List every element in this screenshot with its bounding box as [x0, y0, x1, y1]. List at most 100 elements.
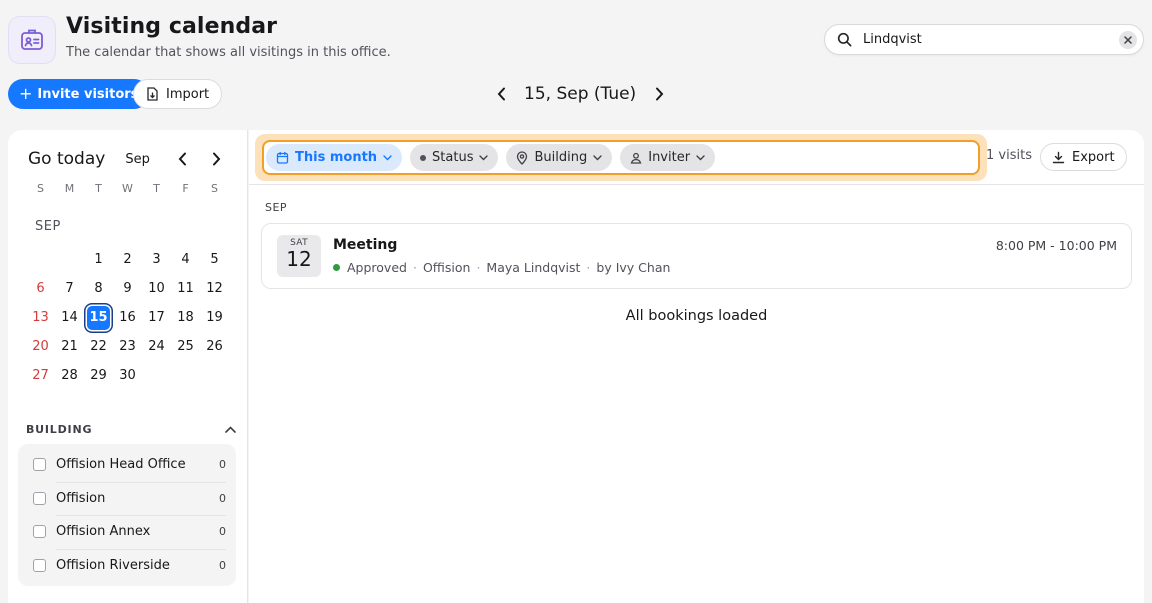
current-date[interactable]: 15, Sep (Tue): [524, 84, 636, 104]
event-status: Approved: [347, 260, 407, 275]
calendar-day[interactable]: 22: [84, 335, 113, 359]
calendar-day[interactable]: 4: [171, 248, 200, 272]
calendar-day[interactable]: 13: [26, 306, 55, 330]
building-filter-header[interactable]: BUILDING: [26, 423, 236, 436]
calendar-day[interactable]: 1: [84, 248, 113, 272]
calendar-day[interactable]: 21: [55, 335, 84, 359]
calendar-day[interactable]: 23: [113, 335, 142, 359]
building-option[interactable]: Offision Riverside 0: [18, 548, 236, 583]
search-input[interactable]: [863, 32, 1113, 47]
visits-count: 1 visits: [986, 148, 1032, 163]
location-pin-icon: [517, 150, 528, 165]
building-checkbox[interactable]: [33, 491, 46, 505]
clear-search-button[interactable]: [1119, 31, 1137, 49]
calendar-day[interactable]: 6: [26, 277, 55, 301]
calendar-day: [200, 364, 229, 388]
building-option[interactable]: Offision 0: [18, 481, 236, 516]
event-title: Meeting: [333, 237, 398, 253]
calendar-week: 1 2 3 4 5: [26, 245, 229, 274]
inviter-filter-label: Inviter: [648, 150, 691, 165]
calendar-day[interactable]: 14: [55, 306, 84, 330]
weekday-label: T: [95, 182, 102, 195]
calendar-day[interactable]: 10: [142, 277, 171, 301]
page-subtitle: The calendar that shows all visitings in…: [66, 45, 391, 60]
calendar-day[interactable]: 12: [200, 277, 229, 301]
weekday-label: M: [64, 182, 75, 195]
building-count: 0: [219, 458, 226, 472]
building-checkbox[interactable]: [33, 525, 46, 539]
prev-day-button[interactable]: [490, 80, 512, 108]
building-list: Offision Head Office 0 Offision 0 Offisi…: [18, 444, 236, 586]
calendar-grid: 1 2 3 4 5 6 7 8 9 10 11 12 13 14 15 16 1…: [26, 245, 229, 390]
next-month-button[interactable]: [206, 148, 226, 170]
calendar-day[interactable]: 29: [84, 364, 113, 388]
event-time: 8:00 PM - 10:00 PM: [995, 238, 1117, 253]
calendar-day: [26, 248, 55, 272]
calendar-day-selected[interactable]: 15: [87, 305, 110, 330]
calendar-day[interactable]: 7: [55, 277, 84, 301]
month-label[interactable]: Sep: [125, 152, 150, 167]
page-title: Visiting calendar: [66, 14, 278, 39]
inviter-filter[interactable]: Inviter: [620, 144, 716, 171]
prev-month-button[interactable]: [172, 148, 192, 170]
building-count: 0: [219, 525, 226, 539]
weekday-label: F: [182, 182, 189, 195]
building-checkbox[interactable]: [33, 558, 46, 572]
status-dot-icon: [333, 264, 340, 271]
calendar-day[interactable]: 5: [200, 248, 229, 272]
calendar-day[interactable]: 9: [113, 277, 142, 301]
chevron-left-icon: [178, 152, 186, 166]
date-range-filter[interactable]: This month: [266, 144, 403, 171]
calendar-day[interactable]: 16: [113, 306, 142, 330]
calendar-day[interactable]: 11: [171, 277, 200, 301]
status-filter[interactable]: Status: [410, 144, 499, 171]
chevron-up-icon[interactable]: [225, 426, 236, 433]
invite-visitors-button[interactable]: + Invite visitors: [8, 79, 150, 109]
calendar-day[interactable]: 8: [84, 277, 113, 301]
calendar-day[interactable]: 17: [142, 306, 171, 330]
event-meta: Approved · Offision · Maya Lindqvist · b…: [333, 260, 670, 275]
calendar-week: 20 21 22 23 24 25 26: [26, 332, 229, 361]
building-label: Offision Annex: [56, 524, 151, 540]
search-box[interactable]: [824, 24, 1144, 55]
status-dot-icon: [420, 154, 427, 161]
calendar-day[interactable]: 18: [171, 306, 200, 330]
date-range-label: This month: [295, 150, 378, 165]
calendar-day[interactable]: 28: [55, 364, 84, 388]
calendar-day[interactable]: 20: [26, 335, 55, 359]
building-checkbox[interactable]: [33, 458, 46, 472]
calendar-month-heading: SEP: [35, 219, 61, 234]
calendar-day[interactable]: 30: [113, 364, 142, 388]
building-option[interactable]: Offision Head Office 0: [18, 448, 236, 482]
person-icon: [630, 152, 642, 164]
divider: [249, 184, 1144, 185]
plus-icon: +: [19, 84, 33, 103]
import-button[interactable]: Import: [133, 79, 223, 109]
calendar-day[interactable]: 26: [200, 335, 229, 359]
file-import-icon: [147, 87, 158, 101]
building-option[interactable]: Offision Annex 0: [18, 515, 236, 549]
event-card[interactable]: SAT 12 Meeting Approved · Offision · May…: [261, 223, 1132, 289]
all-loaded-message: All bookings loaded: [625, 308, 768, 324]
search-icon: [837, 32, 853, 48]
calendar-day[interactable]: 3: [142, 248, 171, 272]
calendar-day[interactable]: 25: [171, 335, 200, 359]
building-dropdown-filter[interactable]: Building: [506, 144, 613, 171]
weekday-header: S M T W T F S: [26, 182, 229, 195]
calendar-day[interactable]: 19: [200, 306, 229, 330]
filter-bar: This month Status Building Inviter: [262, 140, 980, 175]
calendar-day[interactable]: 24: [142, 335, 171, 359]
calendar-day: [142, 364, 171, 388]
download-icon: [1052, 151, 1065, 163]
calendar-day[interactable]: 2: [113, 248, 142, 272]
import-label: Import: [166, 86, 210, 102]
month-section-label: SEP: [265, 201, 288, 214]
building-count: 0: [219, 558, 226, 572]
next-day-button[interactable]: [648, 80, 670, 108]
status-filter-label: Status: [432, 150, 474, 165]
go-today-button[interactable]: Go today: [28, 149, 105, 169]
close-icon: [1124, 36, 1132, 44]
event-building: Offision: [422, 260, 471, 275]
calendar-day[interactable]: 27: [26, 364, 55, 388]
export-button[interactable]: Export: [1040, 143, 1127, 171]
